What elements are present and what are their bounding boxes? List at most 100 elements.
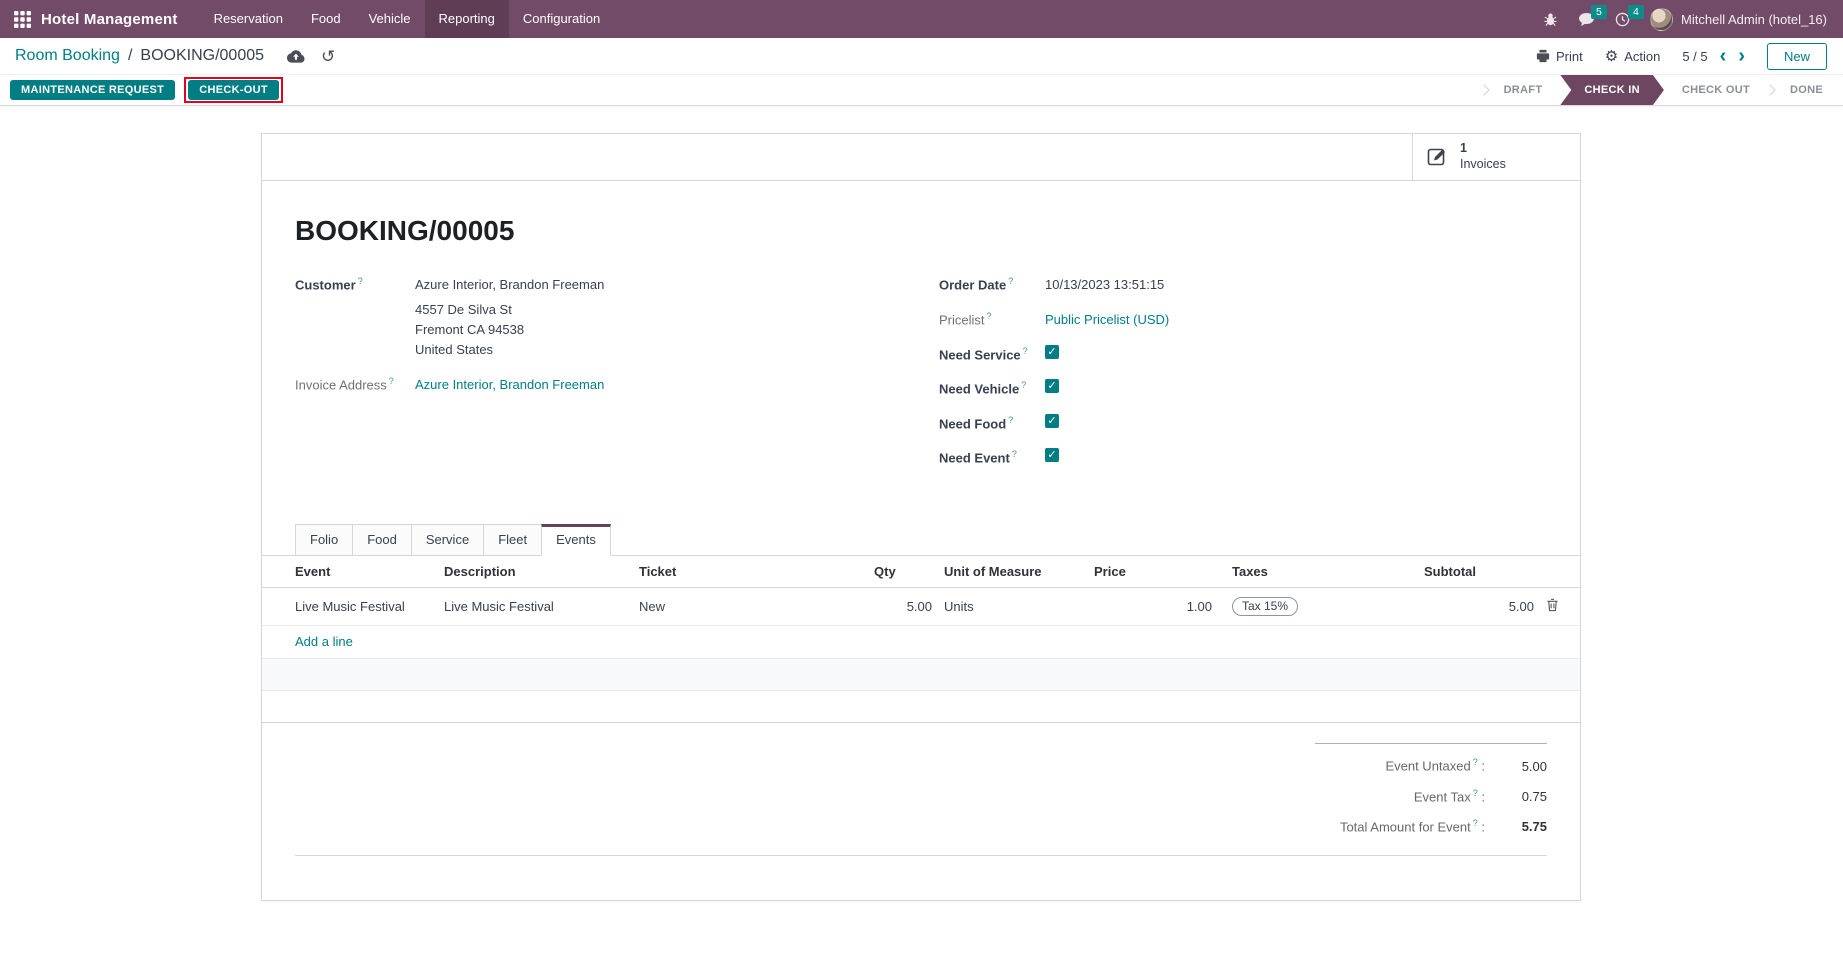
table-row[interactable]: Live Music Festival Live Music Festival … [262,588,1580,626]
empty-list-row [262,659,1580,691]
pager: 5 / 5 ‹ › [1682,46,1745,66]
need-vehicle-label: Need Vehicle? [939,379,1045,396]
step-draft[interactable]: DRAFT [1486,75,1561,105]
messages-icon[interactable]: 5 [1578,12,1595,27]
pager-next-icon[interactable]: › [1738,46,1745,66]
pager-previous-icon[interactable]: ‹ [1720,46,1727,66]
header-event[interactable]: Event [262,556,438,588]
pricelist-link[interactable]: Public Pricelist (USD) [1045,310,1169,330]
new-button[interactable]: New [1767,43,1827,70]
header-price[interactable]: Price [1088,556,1218,588]
check-out-button[interactable]: CHECK-OUT [188,80,279,100]
top-navbar: Hotel Management Reservation Food Vehicl… [0,0,1843,38]
total-event-tax: Event Tax? : 0.75 [1315,781,1547,811]
maintenance-request-button[interactable]: MAINTENANCE REQUEST [10,80,175,100]
status-pipeline: DRAFT CHECK IN CHECK OUT DONE [1482,75,1841,105]
tab-food[interactable]: Food [352,524,412,556]
need-food-checkbox[interactable]: ✓ [1045,414,1059,428]
add-a-line-link[interactable]: Add a line [295,634,353,649]
print-button[interactable]: Print [1536,49,1583,64]
app-title[interactable]: Hotel Management [41,11,178,28]
menu-food[interactable]: Food [297,0,355,38]
debug-bug-icon[interactable] [1543,12,1558,27]
control-panel: Room Booking / BOOKING/00005 ↺ Print ⚙ A… [0,38,1843,75]
menu-configuration[interactable]: Configuration [509,0,614,38]
save-cloud-icon[interactable] [286,49,305,63]
user-menu[interactable]: Mitchell Admin (hotel_16) [1650,8,1827,31]
customer-name: Azure Interior, Brandon Freeman [415,277,604,292]
total-event-untaxed: Event Untaxed? : 5.00 [1315,750,1547,780]
order-date-label: Order Date? [939,275,1045,295]
form-view: 1 Invoices BOOKING/00005 Customer? Azure… [0,133,1843,901]
form-sheet: 1 Invoices BOOKING/00005 Customer? Azure… [261,133,1581,901]
invoices-label: Invoices [1460,157,1506,173]
header-unit-of-measure[interactable]: Unit of Measure [938,556,1088,588]
cell-subtotal: 5.00 [1418,588,1540,626]
customer-address: 4557 De Silva St Fremont CA 94538 United… [415,300,604,360]
event-lines-table: Event Description Ticket Qty Unit of Mea… [262,556,1580,626]
totals-block: Event Untaxed? : 5.00 Event Tax? : 0.75 … [1315,743,1547,841]
tax-tag[interactable]: Tax 15% [1232,597,1298,616]
order-date-value[interactable]: 10/13/2023 13:51:15 [1045,275,1164,295]
apps-grid-icon[interactable] [14,11,31,28]
activities-count-badge: 4 [1628,5,1644,20]
invoice-address-link[interactable]: Azure Interior, Brandon Freeman [415,375,604,395]
cell-qty[interactable]: 5.00 [868,588,938,626]
user-name: Mitchell Admin (hotel_16) [1681,12,1827,27]
header-actions [1540,556,1580,588]
messages-count-badge: 5 [1591,5,1607,20]
action-button[interactable]: ⚙ Action [1605,49,1661,64]
header-qty[interactable]: Qty [868,556,938,588]
breadcrumb: Room Booking / BOOKING/00005 ↺ [15,47,335,65]
need-service-checkbox[interactable]: ✓ [1045,345,1059,359]
menu-reporting[interactable]: Reporting [425,0,509,38]
tab-events[interactable]: Events [541,524,611,556]
cell-price[interactable]: 1.00 [1088,588,1218,626]
pencil-square-icon [1427,146,1449,168]
header-ticket[interactable]: Ticket [633,556,868,588]
need-food-label: Need Food? [939,414,1045,431]
need-vehicle-checkbox[interactable]: ✓ [1045,379,1059,393]
total-amount-for-event: Total Amount for Event? : 5.75 [1315,811,1547,841]
user-avatar [1650,8,1673,31]
smart-button-box: 1 Invoices [262,134,1580,181]
page-title: BOOKING/00005 [295,215,1547,247]
delete-row-trash-icon[interactable] [1546,598,1559,612]
invoice-address-label: Invoice Address? [295,375,415,395]
cell-event[interactable]: Live Music Festival [262,588,438,626]
tab-service[interactable]: Service [411,524,484,556]
notebook-tabs: Folio Food Service Fleet Events [262,524,1580,556]
breadcrumb-room-booking[interactable]: Room Booking [15,47,120,65]
statusbar: MAINTENANCE REQUEST CHECK-OUT DRAFT CHEC… [0,75,1843,106]
breadcrumb-separator: / [128,47,132,65]
need-event-label: Need Event? [939,448,1045,465]
header-subtotal[interactable]: Subtotal [1418,556,1540,588]
table-header-row: Event Description Ticket Qty Unit of Mea… [262,556,1580,588]
header-description[interactable]: Description [438,556,633,588]
gear-icon: ⚙ [1605,49,1618,64]
step-done[interactable]: DONE [1772,75,1841,105]
cell-ticket[interactable]: New [633,588,868,626]
pricelist-label: Pricelist? [939,310,1045,330]
customer-label: Customer? [295,275,415,360]
menu-vehicle[interactable]: Vehicle [355,0,425,38]
customer-field[interactable]: Azure Interior, Brandon Freeman 4557 De … [415,275,604,360]
step-check-in[interactable]: CHECK IN [1560,75,1664,105]
tab-fleet[interactable]: Fleet [483,524,542,556]
empty-list-row [262,691,1580,723]
header-taxes[interactable]: Taxes [1218,556,1418,588]
annotation-highlight-box: CHECK-OUT [184,77,283,103]
step-check-out[interactable]: CHECK OUT [1664,75,1768,105]
invoices-count: 1 [1460,141,1506,157]
menu-reservation[interactable]: Reservation [200,0,297,38]
pager-value: 5 / 5 [1682,49,1707,64]
discard-undo-icon[interactable]: ↺ [321,48,335,65]
breadcrumb-current: BOOKING/00005 [140,47,264,65]
need-event-checkbox[interactable]: ✓ [1045,448,1059,462]
need-service-label: Need Service? [939,345,1045,362]
cell-uom[interactable]: Units [938,588,1088,626]
activities-clock-icon[interactable]: 4 [1615,12,1630,27]
cell-description[interactable]: Live Music Festival [438,588,633,626]
tab-folio[interactable]: Folio [295,524,353,556]
invoices-smart-button[interactable]: 1 Invoices [1412,134,1580,180]
